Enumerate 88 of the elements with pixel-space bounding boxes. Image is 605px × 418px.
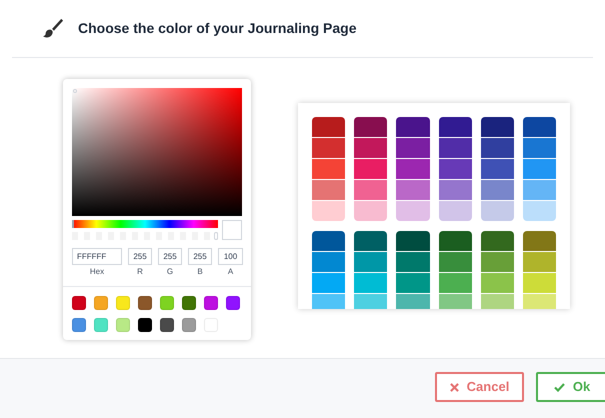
palette-swatch[interactable] (396, 117, 430, 137)
palette-swatch[interactable] (438, 117, 472, 137)
palette-swatch[interactable] (312, 138, 346, 158)
preset-swatch[interactable] (138, 296, 152, 310)
field-label: G (166, 268, 174, 276)
preset-swatch[interactable] (138, 318, 152, 332)
color-value-field[interactable]: 100 (218, 248, 243, 265)
palette-swatch[interactable] (354, 252, 388, 272)
color-value-field[interactable]: 255 (158, 248, 182, 265)
palette-swatch[interactable] (438, 180, 472, 200)
palette-swatch[interactable] (354, 294, 388, 309)
field-label: A (228, 268, 234, 276)
alpha-thumb[interactable] (214, 232, 218, 240)
palette-swatch[interactable] (312, 273, 346, 293)
palette-swatch[interactable] (438, 138, 472, 158)
field-label: B (197, 268, 203, 276)
palette-swatch[interactable] (396, 180, 430, 200)
palette-swatch[interactable] (354, 159, 388, 179)
palette-swatch[interactable] (438, 273, 472, 293)
color-value-field[interactable]: 255 (188, 248, 212, 265)
palette-swatch[interactable] (480, 201, 514, 221)
palette-swatch[interactable] (354, 138, 388, 158)
palette-swatch[interactable] (312, 180, 346, 200)
palette-swatch[interactable] (480, 117, 514, 137)
preset-swatch[interactable] (116, 296, 130, 310)
palette-swatch[interactable] (354, 231, 388, 251)
saturation-area[interactable] (72, 88, 242, 216)
palette-swatch[interactable] (480, 138, 514, 158)
palette-swatch[interactable] (522, 201, 556, 221)
palette-swatch[interactable] (396, 159, 430, 179)
palette-swatch[interactable] (354, 273, 388, 293)
preset-swatch[interactable] (94, 296, 108, 310)
palette-swatch[interactable] (522, 231, 556, 251)
hue-slider[interactable] (72, 220, 218, 228)
palette-swatch[interactable] (354, 117, 388, 137)
preset-swatch[interactable] (72, 318, 86, 332)
palette-swatch[interactable] (438, 159, 472, 179)
preset-swatch[interactable] (72, 296, 86, 310)
palette-swatch[interactable] (522, 117, 556, 137)
palette-swatch[interactable] (312, 231, 346, 251)
palette-swatch[interactable] (312, 252, 346, 272)
field-label: Hex (90, 268, 104, 276)
palette-swatch[interactable] (522, 159, 556, 179)
palette-swatch[interactable] (480, 252, 514, 272)
close-icon (450, 382, 459, 392)
paintbrush-icon (42, 17, 64, 39)
palette-swatch[interactable] (312, 117, 346, 137)
palette-swatch[interactable] (396, 294, 430, 309)
palette-swatch[interactable] (438, 294, 472, 309)
palette-swatch[interactable] (354, 180, 388, 200)
palette-swatch[interactable] (396, 138, 430, 158)
preset-swatch[interactable] (94, 318, 108, 332)
palette-swatch[interactable] (522, 273, 556, 293)
palette-swatch[interactable] (438, 201, 472, 221)
palette-swatch[interactable] (396, 231, 430, 251)
color-pointer[interactable] (73, 89, 77, 93)
palette-swatch[interactable] (312, 159, 346, 179)
preset-swatch[interactable] (182, 318, 196, 332)
preset-swatch[interactable] (182, 296, 196, 310)
palette-swatch[interactable] (396, 201, 430, 221)
palette-swatch[interactable] (480, 231, 514, 251)
palette-swatch[interactable] (522, 180, 556, 200)
preset-swatch[interactable] (226, 296, 240, 310)
palette-swatch[interactable] (522, 138, 556, 158)
palette-swatch[interactable] (396, 273, 430, 293)
field-label: R (137, 268, 143, 276)
palette-swatch[interactable] (522, 252, 556, 272)
palette-swatch[interactable] (522, 294, 556, 309)
alpha-slider[interactable] (72, 232, 218, 240)
palette-swatch[interactable] (354, 201, 388, 221)
palette-swatch[interactable] (480, 180, 514, 200)
color-preview (222, 220, 242, 240)
palette-swatch[interactable] (438, 252, 472, 272)
preset-swatch[interactable] (160, 318, 174, 332)
preset-swatch[interactable] (116, 318, 130, 332)
palette-swatch[interactable] (396, 252, 430, 272)
palette-swatch[interactable] (438, 231, 472, 251)
palette-swatch[interactable] (312, 201, 346, 221)
preset-swatch[interactable] (160, 296, 174, 310)
palette-swatch[interactable] (480, 159, 514, 179)
palette-swatch[interactable] (480, 294, 514, 309)
preset-swatch[interactable] (204, 296, 218, 310)
palette-swatch[interactable] (312, 294, 346, 309)
palette-swatch[interactable] (480, 273, 514, 293)
color-value-field[interactable]: 255 (128, 248, 152, 265)
page-title: Choose the color of your Journaling Page (78, 18, 356, 38)
checkmark-icon (554, 382, 565, 392)
color-value-field[interactable]: FFFFFF (72, 248, 122, 265)
